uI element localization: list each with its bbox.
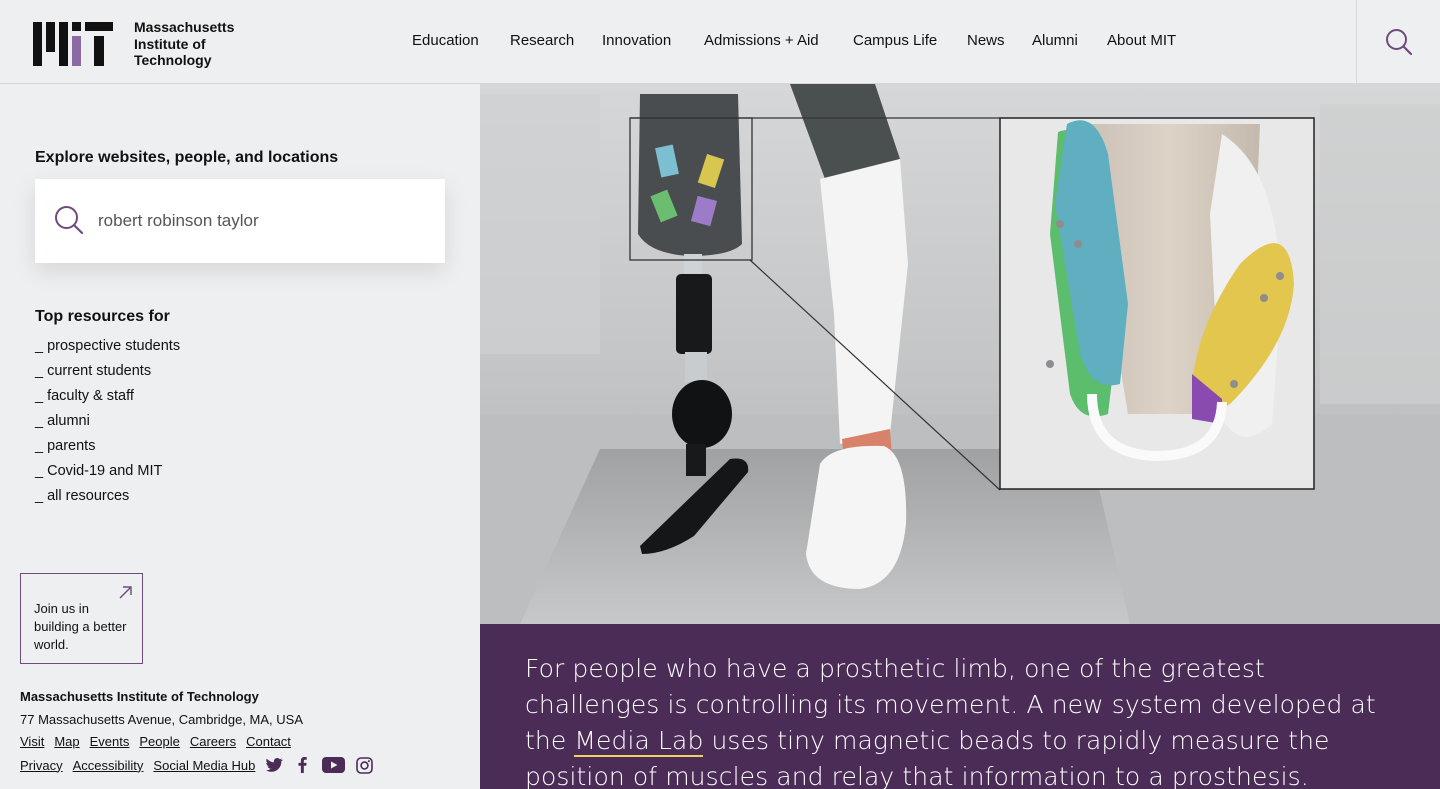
list-item: _ Covid-19 and MIT (35, 459, 180, 484)
footer-link-map[interactable]: Map (54, 734, 79, 749)
search-input[interactable] (98, 207, 428, 235)
footer-institution-name: Massachusetts Institute of Technology (20, 689, 259, 704)
resource-link-current-students[interactable]: _ current students (35, 363, 151, 379)
footer-link-events[interactable]: Events (90, 734, 130, 749)
footer-link-privacy[interactable]: Privacy (20, 758, 63, 773)
resources-list: _ prospective students _ current student… (35, 334, 180, 509)
list-item: _ parents (35, 434, 180, 459)
logo-line-3: Technology (134, 52, 212, 68)
logo-line-2: Institute of (134, 35, 206, 52)
footer-links-row-1: Visit Map Events People Careers Contact (20, 734, 291, 749)
explore-label: Explore websites, people, and locations (35, 149, 339, 166)
join-us-text: Join us in building a better world. (34, 601, 127, 652)
resource-link-parents[interactable]: _ parents (35, 438, 95, 454)
search-box (35, 179, 445, 263)
nav-about-mit[interactable]: About MIT (1107, 32, 1176, 49)
list-item: _ prospective students (35, 334, 180, 359)
prosthetic-illustration (480, 84, 1440, 624)
footer-link-social-media-hub[interactable]: Social Media Hub (153, 758, 255, 773)
footer-link-contact[interactable]: Contact (246, 734, 291, 749)
footer-links-row-2: Privacy Accessibility Social Media Hub (20, 756, 373, 774)
logo-line-1: Massachusetts (134, 19, 235, 35)
twitter-icon[interactable] (265, 756, 283, 774)
mit-logo[interactable] (33, 22, 113, 66)
nav-research[interactable]: Research (510, 32, 574, 49)
footer-link-visit[interactable]: Visit (20, 734, 44, 749)
logo-wordmark[interactable]: Massachusetts Institute of Technology (134, 19, 234, 69)
nav-campus-life[interactable]: Campus Life (853, 32, 937, 49)
nav-admissions-aid[interactable]: Admissions + Aid (704, 32, 819, 49)
resource-link-faculty-staff[interactable]: _ faculty & staff (35, 388, 134, 404)
footer-address: 77 Massachusetts Avenue, Cambridge, MA, … (20, 712, 304, 727)
search-icon (54, 205, 84, 239)
header-search-button[interactable] (1356, 0, 1440, 84)
sidebar: Explore websites, people, and locations … (0, 84, 480, 789)
footer-link-careers[interactable]: Careers (190, 734, 236, 749)
hero-caption: For people who have a prosthetic limb, o… (480, 624, 1440, 789)
footer-link-people[interactable]: People (139, 734, 179, 749)
search-icon (1385, 29, 1412, 56)
arrow-up-right-icon (119, 584, 132, 603)
caption-text: For people who have a prosthetic limb, o… (525, 651, 1395, 789)
nav-innovation[interactable]: Innovation (602, 32, 671, 49)
resource-link-alumni[interactable]: _ alumni (35, 413, 90, 429)
hero-image (480, 84, 1440, 624)
join-us-card[interactable]: Join us in building a better world. (20, 573, 143, 664)
facebook-icon[interactable] (293, 756, 311, 774)
resource-link-prospective-students[interactable]: _ prospective students (35, 338, 180, 354)
mit-logo-mark (33, 22, 113, 66)
list-item: _ all resources (35, 484, 180, 509)
list-item: _ alumni (35, 409, 180, 434)
list-item: _ faculty & staff (35, 384, 180, 409)
resource-link-covid[interactable]: _ Covid-19 and MIT (35, 463, 162, 479)
instagram-icon[interactable] (355, 756, 373, 774)
resource-link-all[interactable]: _ all resources (35, 488, 129, 504)
footer-link-accessibility[interactable]: Accessibility (73, 758, 144, 773)
list-item: _ current students (35, 359, 180, 384)
site-header: Massachusetts Institute of Technology Ed… (0, 0, 1440, 84)
nav-alumni[interactable]: Alumni (1032, 32, 1078, 49)
top-resources-heading: Top resources for (35, 308, 170, 325)
youtube-icon[interactable] (321, 756, 345, 774)
nav-education[interactable]: Education (412, 32, 479, 49)
nav-news[interactable]: News (967, 32, 1005, 49)
media-lab-link[interactable]: Media Lab (574, 726, 704, 757)
